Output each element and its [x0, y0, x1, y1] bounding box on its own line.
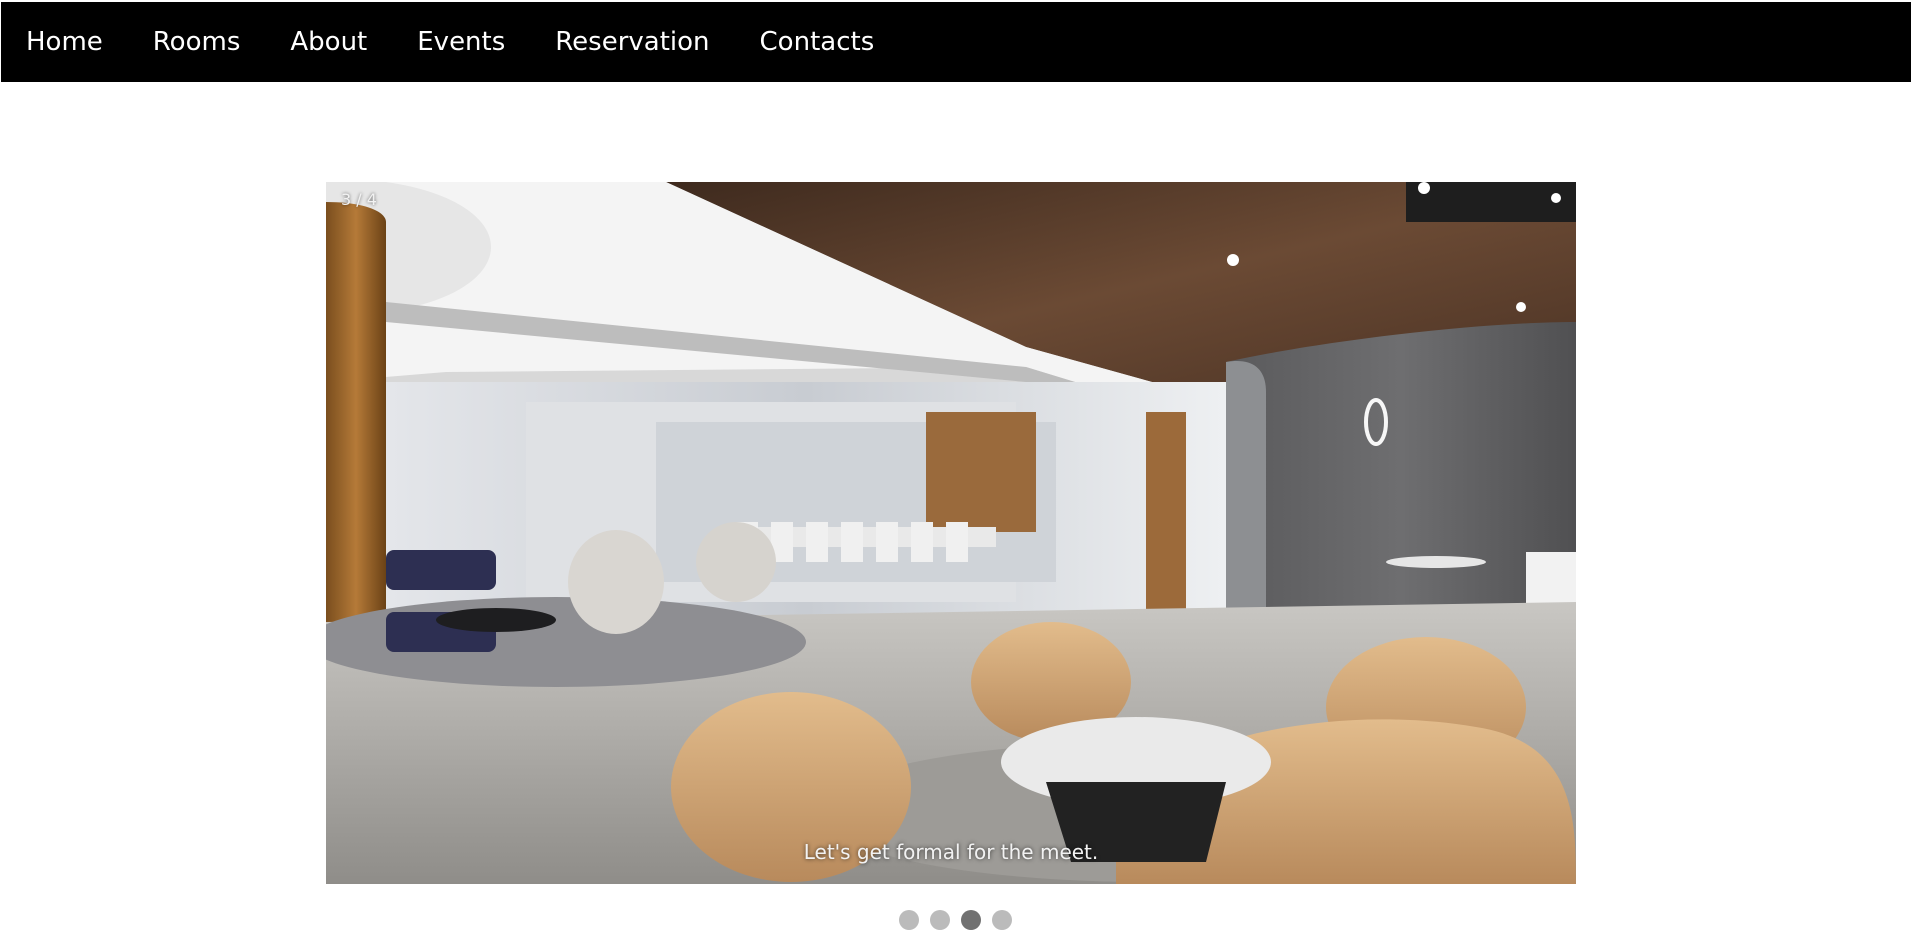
nav-link-contacts[interactable]: Contacts: [745, 2, 890, 82]
nav-link-rooms[interactable]: Rooms: [138, 2, 256, 82]
slide-image: [326, 182, 1576, 884]
slide-dot-4[interactable]: [992, 910, 1012, 930]
slide-dot-2[interactable]: [930, 910, 950, 930]
nav-link-reservation[interactable]: Reservation: [540, 2, 724, 82]
slide-counter: 3 / 4: [341, 190, 377, 209]
nav-link-about[interactable]: About: [275, 2, 382, 82]
top-navigation-bar: Home Rooms About Events Reservation Cont…: [1, 2, 1911, 82]
slide-caption: Let's get formal for the meet.: [803, 840, 1099, 864]
slide-indicator-dots: [0, 910, 1911, 930]
nav-link-home[interactable]: Home: [11, 2, 118, 82]
nav-link-events[interactable]: Events: [402, 2, 520, 82]
slide-dot-3-active[interactable]: [961, 910, 981, 930]
slideshow-container: 3 / 4 Let's get formal for the meet.: [326, 182, 1576, 884]
slide-dot-1[interactable]: [899, 910, 919, 930]
